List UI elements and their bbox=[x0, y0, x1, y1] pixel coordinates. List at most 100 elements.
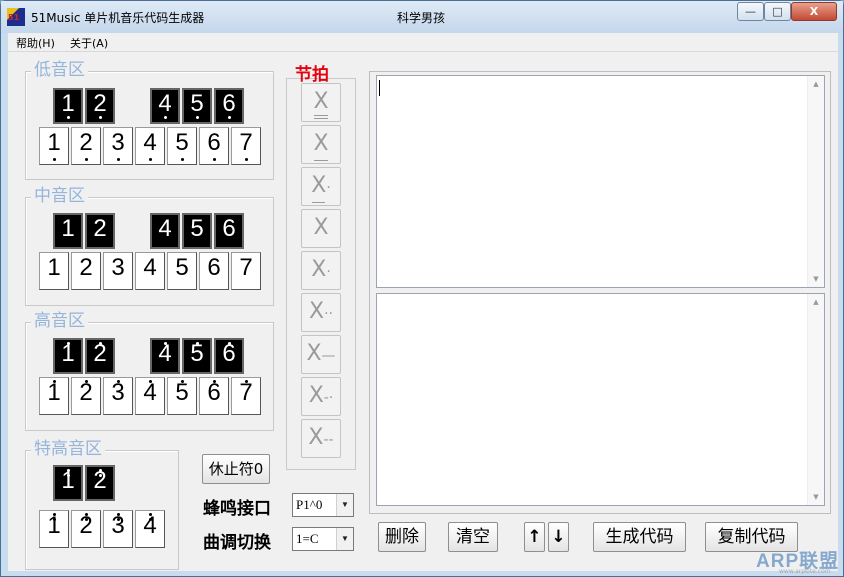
key-number: 5 bbox=[190, 90, 204, 117]
octave-dot-above bbox=[213, 380, 216, 383]
note-key-5[interactable]: 5 bbox=[167, 252, 197, 290]
note-key-7[interactable]: 7 bbox=[231, 252, 261, 290]
menu-about[interactable]: 关于(A) bbox=[70, 35, 108, 51]
note-key-4[interactable]: 4 bbox=[135, 127, 165, 165]
window-center-title: 科学男孩 bbox=[397, 11, 446, 25]
sharp-key-1[interactable]: 1 bbox=[53, 88, 83, 124]
menu-help[interactable]: 帮助(H) bbox=[16, 35, 55, 51]
octave-dot-above bbox=[149, 518, 152, 521]
note-key-5[interactable]: 5 bbox=[167, 377, 197, 415]
note-key-3[interactable]: 3 bbox=[103, 510, 133, 548]
key-number: 4 bbox=[143, 129, 157, 156]
key-number: 1 bbox=[47, 254, 61, 281]
scroll-down-icon[interactable]: ▼ bbox=[808, 271, 824, 287]
note-key-6[interactable]: 6 bbox=[199, 377, 229, 415]
note-key-6[interactable]: 6 bbox=[199, 252, 229, 290]
note-key-1[interactable]: 1 bbox=[39, 377, 69, 415]
sharp-key-2[interactable]: 2 bbox=[85, 465, 115, 501]
key-number: 5 bbox=[175, 129, 189, 156]
key-number: 7 bbox=[239, 129, 253, 156]
tempo-button-3[interactable]: X · bbox=[301, 167, 341, 206]
underline-mark bbox=[314, 118, 328, 119]
tempo-suffix: · bbox=[326, 264, 331, 280]
key-select[interactable]: 1=C ▼ bbox=[292, 527, 354, 551]
note-key-3[interactable]: 3 bbox=[103, 252, 133, 290]
note-key-6[interactable]: 6 bbox=[199, 127, 229, 165]
generate-code-button[interactable]: 生成代码 bbox=[593, 522, 686, 552]
tempo-button-4[interactable]: X bbox=[301, 209, 341, 248]
note-key-5[interactable]: 5 bbox=[167, 127, 197, 165]
note-key-4[interactable]: 4 bbox=[135, 252, 165, 290]
tempo-button-7[interactable]: X— bbox=[301, 335, 341, 374]
sharp-key-6[interactable]: 6 bbox=[214, 338, 244, 374]
key-number: 2 bbox=[79, 254, 93, 281]
tempo-suffix: -· bbox=[323, 390, 334, 406]
clear-button[interactable]: 清空 bbox=[448, 522, 498, 552]
octave-group-title: 低音区 bbox=[31, 60, 88, 80]
client-area: 低音区 1 2 4 5 6 1 2 3 4 5 6 7 中音区 1 2 4 5 6 1 2 3 4 5 6 7 高音区 1 2 4 5 6 1 2… bbox=[8, 52, 838, 571]
note-key-2[interactable]: 2 bbox=[71, 510, 101, 548]
octave-dot-above bbox=[228, 342, 231, 345]
sharp-key-4[interactable]: 4 bbox=[150, 88, 180, 124]
tempo-button-2[interactable]: X bbox=[301, 125, 341, 164]
note-key-1[interactable]: 1 bbox=[39, 252, 69, 290]
note-key-1[interactable]: 1 bbox=[39, 127, 69, 165]
octave-dot-below bbox=[99, 116, 102, 119]
sharp-key-2[interactable]: 2 bbox=[85, 88, 115, 124]
sharp-key-5[interactable]: 5 bbox=[182, 213, 212, 249]
move-down-button[interactable]: ↓ bbox=[548, 522, 569, 552]
dropdown-arrow-icon[interactable]: ▼ bbox=[336, 494, 353, 516]
note-key-3[interactable]: 3 bbox=[103, 377, 133, 415]
tempo-button-5[interactable]: X· bbox=[301, 251, 341, 290]
tempo-button-8[interactable]: X-· bbox=[301, 377, 341, 416]
octave-dot-above bbox=[245, 380, 248, 383]
key-number: 7 bbox=[239, 254, 253, 281]
rest-button[interactable]: 休止符0 bbox=[202, 454, 270, 484]
sharp-key-5[interactable]: 5 bbox=[182, 338, 212, 374]
tempo-suffix: ·· bbox=[324, 306, 333, 322]
output-panel: ▲ ▼ ▲ ▼ bbox=[369, 71, 831, 514]
sharp-key-2[interactable]: 2 bbox=[85, 338, 115, 374]
note-key-2[interactable]: 2 bbox=[71, 127, 101, 165]
sharp-key-6[interactable]: 6 bbox=[214, 213, 244, 249]
notes-scrollbar[interactable]: ▲ ▼ bbox=[807, 76, 824, 287]
sharp-key-1[interactable]: 1 bbox=[53, 213, 83, 249]
close-button[interactable]: X bbox=[791, 2, 837, 21]
note-key-4[interactable]: 4 bbox=[135, 510, 165, 548]
code-scrollbar[interactable]: ▲ ▼ bbox=[807, 294, 824, 505]
move-up-button[interactable]: ↑ bbox=[524, 522, 545, 552]
buzzer-select[interactable]: P1^0 ▼ bbox=[292, 493, 354, 517]
maximize-button[interactable]: □ bbox=[764, 2, 791, 21]
sharp-key-5[interactable]: 5 bbox=[182, 88, 212, 124]
note-key-1[interactable]: 1 bbox=[39, 510, 69, 548]
sharp-key-6[interactable]: 6 bbox=[214, 88, 244, 124]
code-textarea[interactable]: ▲ ▼ bbox=[376, 293, 825, 506]
note-key-3[interactable]: 3 bbox=[103, 127, 133, 165]
octave-group-title: 中音区 bbox=[31, 186, 88, 206]
note-key-7[interactable]: 7 bbox=[231, 127, 261, 165]
sharp-key-4[interactable]: 4 bbox=[150, 213, 180, 249]
sharp-key-1[interactable]: 1 bbox=[53, 338, 83, 374]
tempo-button-9[interactable]: X-- bbox=[301, 419, 341, 458]
scroll-up-icon[interactable]: ▲ bbox=[808, 294, 824, 310]
tempo-button-6[interactable]: X·· bbox=[301, 293, 341, 332]
sharp-key-1[interactable]: 1 bbox=[53, 465, 83, 501]
note-key-2[interactable]: 2 bbox=[71, 377, 101, 415]
note-key-4[interactable]: 4 bbox=[135, 377, 165, 415]
note-key-7[interactable]: 7 bbox=[231, 377, 261, 415]
minimize-button[interactable]: — bbox=[737, 2, 764, 21]
sharp-key-4[interactable]: 4 bbox=[150, 338, 180, 374]
tempo-note-glyph: X bbox=[306, 341, 322, 366]
sharp-key-2[interactable]: 2 bbox=[85, 213, 115, 249]
scroll-up-icon[interactable]: ▲ bbox=[808, 76, 824, 92]
delete-button[interactable]: 删除 bbox=[378, 522, 426, 552]
note-key-2[interactable]: 2 bbox=[71, 252, 101, 290]
scroll-down-icon[interactable]: ▼ bbox=[808, 489, 824, 505]
octave-dot-below bbox=[181, 158, 184, 161]
tempo-title: 节拍 bbox=[295, 65, 329, 85]
dropdown-arrow-icon[interactable]: ▼ bbox=[336, 528, 353, 550]
key-label: 曲调切换 bbox=[203, 533, 271, 553]
key-number: 3 bbox=[111, 129, 125, 156]
tempo-button-1[interactable]: X bbox=[301, 83, 341, 122]
notes-textarea[interactable]: ▲ ▼ bbox=[376, 75, 825, 288]
